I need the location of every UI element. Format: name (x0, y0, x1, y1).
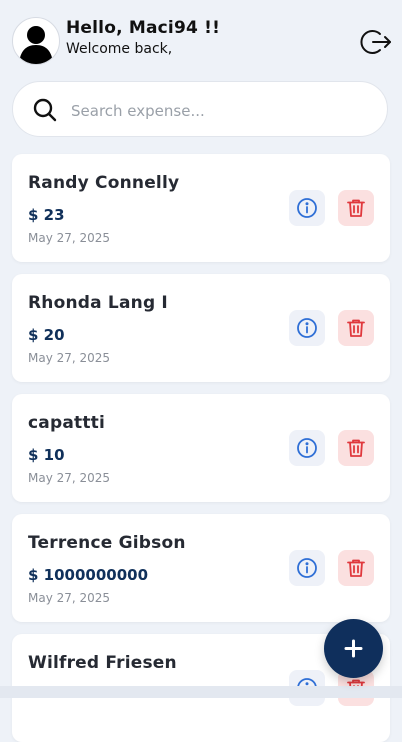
info-button[interactable] (289, 430, 325, 466)
search-input[interactable] (69, 96, 373, 126)
trash-icon (347, 319, 365, 337)
delete-button[interactable] (338, 550, 374, 586)
user-silhouette-icon (19, 26, 53, 64)
expense-date: May 27, 2025 (28, 591, 111, 605)
search-bar (12, 81, 388, 137)
info-button[interactable] (289, 310, 325, 346)
expense-name: Randy Connelly (28, 173, 180, 193)
expense-amount: $ 23 (28, 206, 65, 224)
expense-amount: $ 1000000000 (28, 566, 149, 584)
app-header: Hello, Maci94 !! Welcome back, (0, 0, 402, 78)
expense-card[interactable]: capattti $ 10 May 27, 2025 (12, 394, 390, 502)
plus-icon (344, 639, 363, 658)
logout-button[interactable] (360, 26, 392, 58)
greeting-block: Hello, Maci94 !! Welcome back, (66, 18, 220, 57)
info-icon (297, 558, 317, 578)
trash-icon (347, 199, 365, 217)
expense-name: capattti (28, 413, 105, 433)
delete-button[interactable] (338, 310, 374, 346)
trash-icon (347, 559, 365, 577)
info-icon (297, 198, 317, 218)
expense-date: May 27, 2025 (28, 351, 111, 365)
info-button[interactable] (289, 550, 325, 586)
expense-name: Rhonda Lang I (28, 293, 168, 313)
avatar[interactable] (12, 17, 60, 65)
info-button[interactable] (289, 190, 325, 226)
info-icon (297, 318, 317, 338)
expense-date: May 27, 2025 (28, 471, 111, 485)
bottom-fade (0, 686, 402, 698)
expense-amount: $ 20 (28, 326, 65, 344)
delete-button[interactable] (338, 190, 374, 226)
search-icon (33, 98, 57, 122)
greeting-title: Hello, Maci94 !! (66, 18, 221, 38)
delete-button[interactable] (338, 430, 374, 466)
info-icon (297, 438, 317, 458)
greeting-subtitle: Welcome back, (66, 41, 173, 57)
expense-card[interactable]: Terrence Gibson $ 1000000000 May 27, 202… (12, 514, 390, 622)
expense-date: May 27, 2025 (28, 231, 111, 245)
expense-card[interactable]: Randy Connelly $ 23 May 27, 2025 (12, 154, 390, 262)
logout-icon (360, 30, 391, 54)
expense-amount: $ 10 (28, 446, 65, 464)
add-expense-button[interactable] (324, 619, 383, 678)
expense-name: Terrence Gibson (28, 533, 186, 553)
trash-icon (347, 439, 365, 457)
expense-name: Wilfred Friesen (28, 653, 177, 673)
expense-card[interactable]: Rhonda Lang I $ 20 May 27, 2025 (12, 274, 390, 382)
